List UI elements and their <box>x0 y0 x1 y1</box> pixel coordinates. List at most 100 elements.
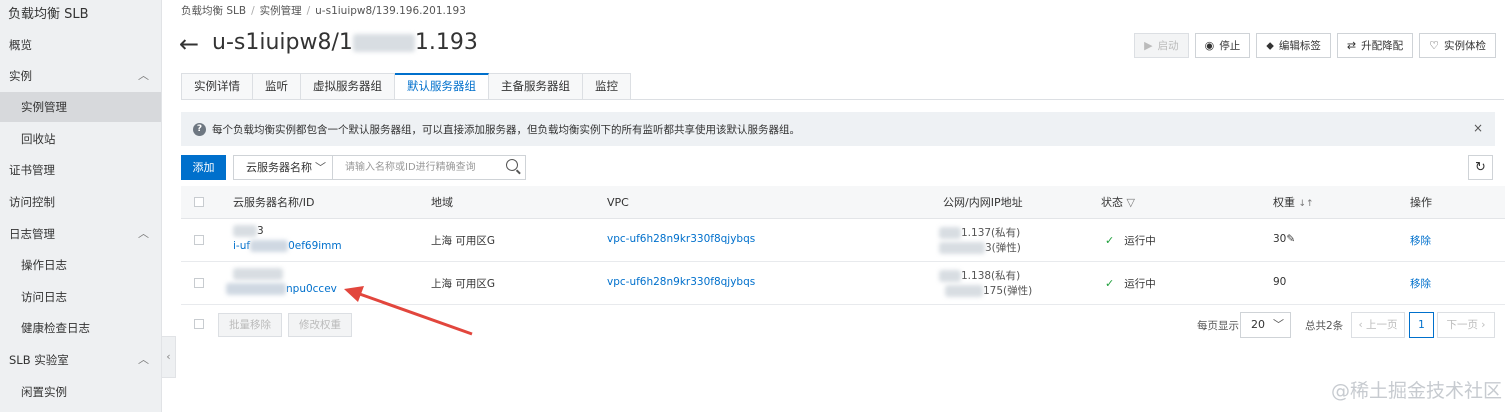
next-page-button[interactable]: 下一页 › <box>1437 312 1495 338</box>
redacted-text <box>352 34 415 52</box>
per-page-label: 每页显示 <box>1197 320 1239 332</box>
region-cell: 上海 可用区G <box>431 235 495 247</box>
sidebar-group-instance[interactable]: 实例 ︿ <box>0 61 161 91</box>
tab-vserver-groups[interactable]: 虚拟服务器组 <box>301 73 395 100</box>
server-name: 3 <box>233 225 264 237</box>
start-button[interactable]: ▶ 启动 <box>1134 33 1189 58</box>
vpc-link[interactable]: vpc-uf6h28n9kr330f8qjybqs <box>607 233 755 245</box>
row-checkbox[interactable] <box>194 235 204 245</box>
footer-select-all-checkbox[interactable] <box>194 319 204 329</box>
tag-icon: ⬥ <box>1266 38 1274 52</box>
sidebar-item-label: 实例 <box>9 69 32 83</box>
info-icon: ? <box>193 122 206 136</box>
page-number-button[interactable]: 1 <box>1409 312 1434 338</box>
breadcrumb-item[interactable]: 负载均衡 SLB <box>181 5 246 17</box>
edit-icon[interactable]: ✎ <box>1286 233 1295 245</box>
check-icon: ✓ <box>1105 277 1115 290</box>
chevron-up-icon: ︿ <box>138 69 149 82</box>
status-cell: ✓ 运行中 <box>1105 277 1156 290</box>
heart-icon: ♡ <box>1429 39 1439 52</box>
sidebar-item-operation-logs[interactable]: 操作日志 <box>0 250 161 280</box>
breadcrumb-item: u-s1iuipw8/139.196.201.193 <box>315 5 466 17</box>
chevron-down-icon: ﹀ <box>1273 318 1284 331</box>
annotation-arrow-icon <box>344 286 473 336</box>
sidebar-item-idle-instances[interactable]: 闲置实例 <box>0 377 161 407</box>
remove-link[interactable]: 移除 <box>1410 233 1431 248</box>
search-icon[interactable] <box>506 159 518 171</box>
close-icon[interactable]: × <box>1473 121 1483 135</box>
refresh-button[interactable]: ↻ <box>1468 155 1493 180</box>
sidebar-item-certificates[interactable]: 证书管理 <box>0 155 161 185</box>
search-input[interactable]: 请输入名称或ID进行精确查询 <box>332 155 526 180</box>
sidebar-item-overview[interactable]: 概览 <box>0 30 161 60</box>
weight-cell: 90 <box>1273 276 1287 288</box>
header-actions: ▶ 启动 ◉ 停止 ⬥ 编辑标签 ⇄ 升配降配 ♡ 实例体检 <box>1134 33 1496 58</box>
tab-monitoring[interactable]: 监控 <box>583 73 631 100</box>
tab-master-slave-groups[interactable]: 主备服务器组 <box>489 73 583 100</box>
private-ip: 1.138(私有) <box>939 268 1020 283</box>
sort-icon[interactable]: ↓↑ <box>1299 199 1314 209</box>
stop-button[interactable]: ◉ 停止 <box>1194 33 1251 58</box>
search-field-select[interactable]: 云服务器名称 ﹀ <box>233 155 333 180</box>
sidebar-item-recycle-bin[interactable]: 回收站 <box>0 124 161 154</box>
sidebar-item-label: SLB 实验室 <box>9 353 69 367</box>
sidebar: 负载均衡 SLB 概览 实例 ︿ 实例管理 回收站 证书管理 访问控制 日志管理 ︿… <box>0 0 162 412</box>
column-header-region: 地域 <box>431 196 453 209</box>
column-header-vpc: VPC <box>607 196 629 209</box>
column-header-actions: 操作 <box>1410 196 1432 209</box>
back-arrow-icon[interactable]: ← <box>179 30 199 58</box>
check-icon: ✓ <box>1105 234 1115 247</box>
page-title: u-s1iuipw8/1 1.193 <box>212 30 478 55</box>
batch-remove-button[interactable]: 批量移除 <box>218 313 282 337</box>
change-spec-button[interactable]: ⇄ 升配降配 <box>1336 33 1414 58</box>
tab-listeners[interactable]: 监听 <box>253 73 301 100</box>
vpc-link[interactable]: vpc-uf6h28n9kr330f8qjybqs <box>607 276 755 288</box>
weight-cell: 30✎ <box>1273 233 1296 245</box>
prev-page-button[interactable]: ‹ 上一页 <box>1351 312 1405 338</box>
server-id-link[interactable]: npu0ccev <box>226 283 337 295</box>
filter-icon[interactable]: ▽ <box>1127 196 1135 209</box>
edit-tags-button[interactable]: ⬥ 编辑标签 <box>1256 33 1331 58</box>
private-ip: 1.137(私有) <box>939 225 1020 240</box>
breadcrumb: 负载均衡 SLB / 实例管理 / u-s1iuipw8/139.196.201.193 <box>181 5 466 17</box>
swap-icon: ⇄ <box>1346 39 1357 52</box>
sidebar-item-access-logs[interactable]: 访问日志 <box>0 282 161 312</box>
column-header-status[interactable]: 状态 ▽ <box>1101 186 1135 219</box>
per-page-select[interactable]: 20 ﹀ <box>1240 312 1291 338</box>
public-ip: 3(弹性) <box>939 240 1021 255</box>
tab-bar: 实例详情 监听 虚拟服务器组 默认服务器组 主备服务器组 监控 <box>181 73 631 100</box>
add-button[interactable]: 添加 <box>181 155 226 180</box>
breadcrumb-item[interactable]: 实例管理 <box>260 5 302 17</box>
chevron-down-icon: ﹀ <box>315 161 326 174</box>
sidebar-item-instance-management[interactable]: 实例管理 <box>0 92 161 122</box>
sidebar-group-logs[interactable]: 日志管理 ︿ <box>0 219 161 249</box>
watermark: @稀土掘金技术社区 <box>1330 380 1502 402</box>
stop-icon: ◉ <box>1204 39 1215 52</box>
row-checkbox[interactable] <box>194 278 204 288</box>
sidebar-title: 负载均衡 SLB <box>8 7 89 22</box>
info-notice: ? 每个负载均衡实例都包含一个默认服务器组，可以直接添加服务器，但负载均衡实例下… <box>181 112 1495 146</box>
table-header: 云服务器名称/ID 地域 VPC 公网/内网IP地址 状态 ▽ 权重 ↓↑ 操作 <box>181 186 1505 219</box>
sidebar-item-label: 日志管理 <box>9 227 55 241</box>
tab-divider <box>181 99 1504 100</box>
total-count: 总共2条 <box>1305 320 1344 332</box>
remove-link[interactable]: 移除 <box>1410 276 1431 291</box>
notice-text: 每个负载均衡实例都包含一个默认服务器组，可以直接添加服务器，但负载均衡实例下的所… <box>212 123 800 136</box>
column-header-name: 云服务器名称/ID <box>233 196 315 209</box>
chevron-up-icon: ︿ <box>138 353 149 366</box>
select-all-checkbox[interactable] <box>194 197 204 207</box>
instance-checkup-button[interactable]: ♡ 实例体检 <box>1419 33 1496 58</box>
sidebar-item-health-check-logs[interactable]: 健康检查日志 <box>0 313 161 343</box>
play-icon: ▶ <box>1144 39 1153 52</box>
tab-default-server-group[interactable]: 默认服务器组 <box>395 73 489 100</box>
chevron-up-icon: ︿ <box>138 227 149 240</box>
server-id-link[interactable]: i-uf 0ef69imm <box>233 240 342 252</box>
table-row: 3 i-uf 0ef69imm 上海 可用区G vpc-uf6h28n9kr330… <box>181 219 1505 262</box>
sidebar-collapse-handle[interactable]: ‹ <box>162 336 176 378</box>
server-name <box>233 268 283 280</box>
tab-instance-details[interactable]: 实例详情 <box>182 73 253 100</box>
column-header-ip: 公网/内网IP地址 <box>943 196 1023 209</box>
sidebar-group-slb-lab[interactable]: SLB 实验室 ︿ <box>0 345 161 375</box>
sidebar-item-access-control[interactable]: 访问控制 <box>0 187 161 217</box>
column-header-weight[interactable]: 权重 ↓↑ <box>1273 186 1314 221</box>
